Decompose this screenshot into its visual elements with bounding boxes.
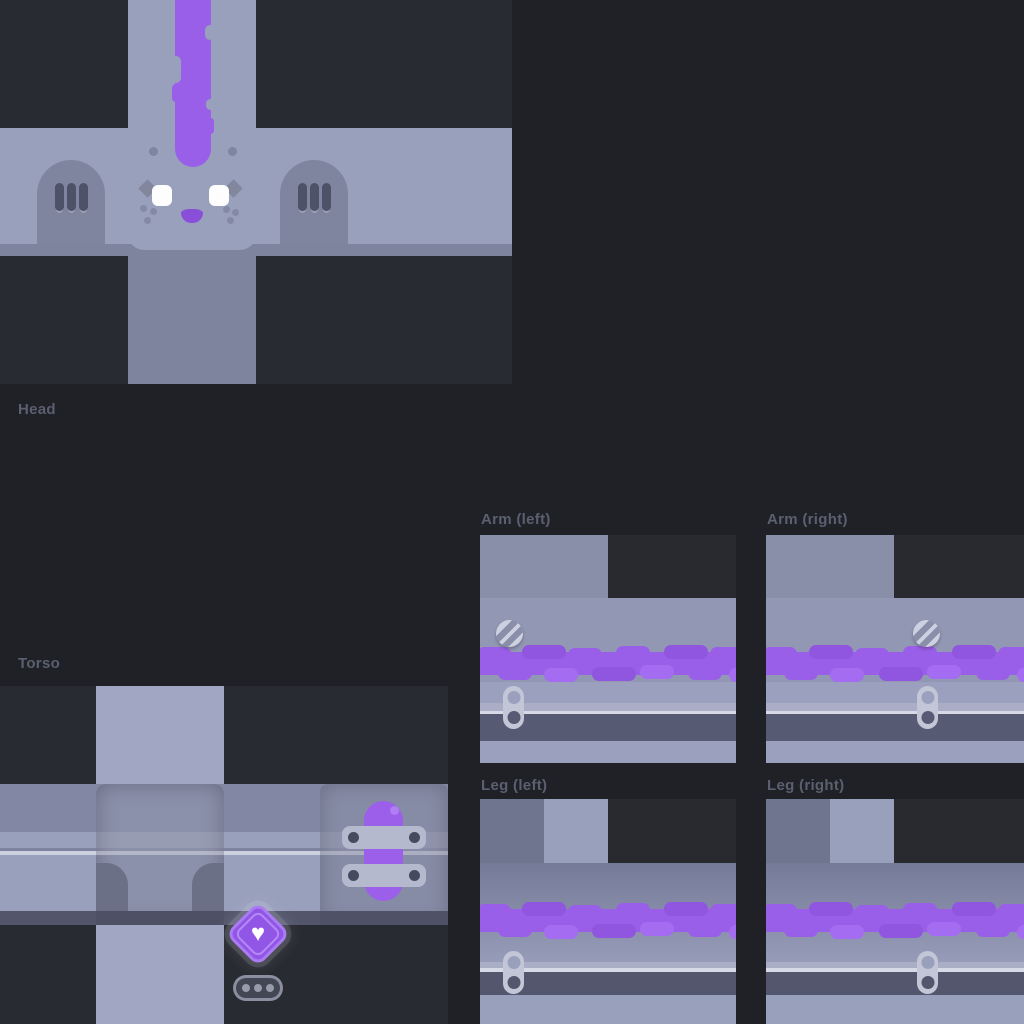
arm-light-strip — [766, 703, 1024, 711]
stripe-bump — [172, 84, 180, 102]
freckle — [140, 205, 147, 212]
torso-top-tile — [96, 686, 224, 784]
freckle — [227, 217, 234, 224]
freckle — [150, 208, 157, 215]
chest-corner-dark-right — [192, 863, 224, 911]
head-texture[interactable] — [0, 0, 512, 384]
face-chin-round — [128, 224, 256, 250]
bolt-icon — [409, 832, 420, 843]
chest-light-strip — [96, 832, 224, 848]
arm-left-label: Arm (left) — [481, 511, 551, 528]
chest-corner-dark-left — [96, 863, 128, 911]
arm-empty-tile — [608, 535, 736, 598]
brow-dot-right — [228, 147, 237, 156]
leg-left-label: Leg (left) — [481, 777, 547, 794]
leg-hip-tile-light — [830, 799, 894, 863]
torso-chest-segment: ♥ — [96, 784, 224, 925]
eye-right-icon — [209, 185, 229, 206]
leg-right-texture[interactable] — [766, 799, 1024, 1024]
screw-icon — [496, 620, 523, 647]
dots-pill-icon — [233, 975, 283, 1001]
leg-dark-band — [766, 972, 1024, 995]
freckle — [144, 217, 151, 224]
bolt-icon — [348, 832, 359, 843]
chest-white-line — [96, 851, 224, 855]
leg-hip-tile-dark — [766, 799, 830, 863]
bolt-icon — [348, 870, 359, 881]
leg-empty-tile — [608, 799, 736, 863]
leg-bottom — [766, 995, 1024, 1024]
head-bottom-tile — [128, 244, 256, 384]
paint-scribble-icon — [766, 645, 1024, 682]
zipper-pull-icon — [503, 951, 524, 994]
leg-hip-tile-light — [544, 799, 608, 863]
arm-shoulder-tile — [480, 535, 608, 598]
stripe-notch — [171, 56, 181, 83]
arm-empty-tile — [894, 535, 1024, 598]
bolt-icon — [409, 870, 420, 881]
leg-left-texture[interactable] — [480, 799, 736, 1024]
torso-bottom-tile — [96, 925, 224, 1024]
paint-scribble-icon — [480, 645, 736, 682]
board-highlight — [390, 806, 399, 815]
texture-atlas-view: Head ♥ — [0, 0, 1024, 1024]
freckle — [232, 209, 239, 216]
screw-icon — [913, 620, 940, 647]
torso-back-segment — [320, 784, 448, 925]
stripe-bump — [207, 118, 214, 134]
torso-label: Torso — [18, 655, 60, 672]
zipper-pull-icon — [917, 686, 938, 729]
arm-dark-band — [766, 714, 1024, 741]
arm-shoulder-tile — [766, 535, 894, 598]
head-band-bottom-strip — [0, 244, 512, 256]
head-paint-stripe-icon — [175, 0, 211, 167]
brow-dot-left — [149, 147, 158, 156]
leg-hip-tile-dark — [480, 799, 544, 863]
head-label: Head — [18, 401, 56, 418]
heart-icon: ♥ — [238, 914, 278, 954]
vent-slots-icon — [298, 183, 331, 211]
paint-scribble-icon — [480, 902, 736, 939]
vent-slots-icon — [55, 183, 88, 211]
zipper-pull-icon — [503, 686, 524, 729]
ear-dome-left — [37, 160, 105, 246]
leg-right-label: Leg (right) — [767, 777, 844, 794]
freckle — [223, 206, 230, 213]
zipper-pull-icon — [917, 951, 938, 994]
arm-right-texture[interactable] — [766, 535, 1024, 763]
arm-left-texture[interactable] — [480, 535, 736, 763]
ear-dome-right — [280, 160, 348, 246]
eye-left-icon — [152, 185, 172, 206]
back-dark-strip — [320, 911, 448, 925]
chest-dark-strip — [96, 911, 224, 925]
arm-right-label: Arm (right) — [767, 511, 848, 528]
stripe-notch — [206, 99, 215, 110]
torso-texture[interactable]: ♥ — [0, 686, 448, 1024]
stripe-notch — [205, 25, 215, 40]
paint-scribble-icon — [766, 902, 1024, 939]
leg-empty-tile — [894, 799, 1024, 863]
leg-bottom — [480, 995, 736, 1024]
